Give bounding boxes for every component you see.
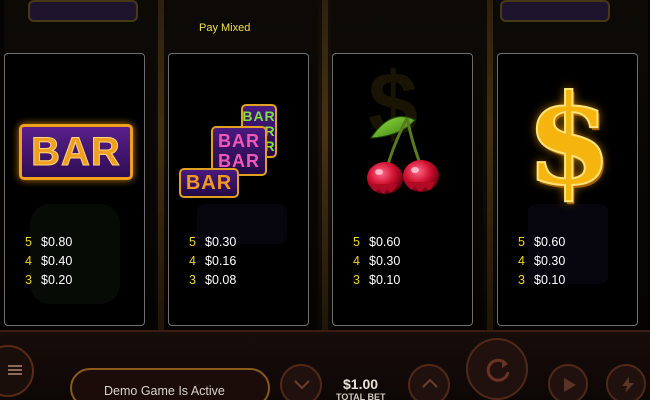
play-icon bbox=[564, 378, 576, 392]
pay-count: 5 bbox=[25, 235, 32, 249]
pay-amount: $0.30 bbox=[205, 235, 237, 249]
demo-game-text: Demo Game Is Active bbox=[104, 384, 225, 398]
chevron-down-icon bbox=[294, 380, 310, 390]
paytable-panel-cherries: $ 5 $0.60 4 $0.30 3 $0.10 bbox=[332, 53, 473, 326]
pay-count: 5 bbox=[518, 235, 525, 249]
turbo-button[interactable] bbox=[606, 364, 646, 400]
pay-mixed-label: Pay Mixed bbox=[199, 22, 251, 34]
pay-row: 4 $0.30 bbox=[353, 252, 400, 271]
spin-arrow-icon bbox=[486, 358, 510, 382]
pay-amount: $0.10 bbox=[369, 273, 401, 287]
single-bar-icon: BAR bbox=[179, 168, 239, 198]
pay-amount: $0.60 bbox=[369, 235, 401, 249]
pay-count: 5 bbox=[189, 235, 196, 249]
pay-amount: $0.10 bbox=[534, 273, 566, 287]
spin-button[interactable] bbox=[466, 338, 528, 400]
cherries-icon bbox=[367, 116, 439, 194]
reel-divider bbox=[322, 0, 328, 330]
pay-amount: $0.30 bbox=[369, 254, 401, 268]
single-bar-text: BAR bbox=[185, 171, 233, 194]
paytable-panel-dollar: $ 5 $0.60 4 $0.30 3 $0.10 bbox=[497, 53, 638, 326]
bet-decrease-button[interactable] bbox=[280, 364, 322, 400]
pay-list: 5 $0.60 4 $0.30 3 $0.10 bbox=[353, 233, 400, 290]
pay-list: 5 $0.30 4 $0.16 3 $0.08 bbox=[189, 233, 236, 290]
total-bet-value: $1.00 bbox=[343, 376, 379, 392]
pay-count: 4 bbox=[189, 254, 196, 268]
lightning-icon bbox=[622, 377, 634, 393]
pay-count: 3 bbox=[25, 273, 32, 287]
background-bar-symbol bbox=[500, 0, 610, 22]
background-bar-symbol bbox=[28, 0, 138, 22]
pay-amount: $0.60 bbox=[534, 235, 566, 249]
pay-amount: $0.40 bbox=[41, 254, 73, 268]
pay-list: 5 $0.60 4 $0.30 3 $0.10 bbox=[518, 233, 565, 290]
pay-count: 3 bbox=[518, 273, 525, 287]
total-bet-label: TOTAL BET bbox=[336, 392, 386, 400]
pay-count: 5 bbox=[353, 235, 360, 249]
chevron-up-icon bbox=[422, 378, 438, 388]
pay-amount: $0.16 bbox=[205, 254, 237, 268]
pay-count: 4 bbox=[25, 254, 32, 268]
pay-count: 3 bbox=[353, 273, 360, 287]
paytable-panel-mixed-bar: BAR BAR BAR BAR BAR BAR 5 $0.30 4 $0.16 … bbox=[168, 53, 309, 326]
pay-count: 4 bbox=[353, 254, 360, 268]
pay-amount: $0.08 bbox=[205, 273, 237, 287]
bet-increase-button[interactable] bbox=[408, 364, 450, 400]
reel-divider bbox=[158, 0, 164, 330]
pay-row: 3 $0.10 bbox=[518, 271, 565, 290]
pay-amount: $0.80 bbox=[41, 235, 73, 249]
bar-symbol-text: BAR bbox=[31, 129, 121, 174]
pay-count: 3 bbox=[189, 273, 196, 287]
autoplay-button[interactable] bbox=[548, 364, 588, 400]
pay-row: 3 $0.10 bbox=[353, 271, 400, 290]
double-bar-text: BAR bbox=[218, 131, 260, 151]
pay-row: 5 $0.60 bbox=[518, 233, 565, 252]
dollar-sign-icon: $ bbox=[524, 75, 614, 207]
pay-amount: $0.30 bbox=[534, 254, 566, 268]
pay-list: 5 $0.80 4 $0.40 3 $0.20 bbox=[25, 233, 72, 290]
reel-divider bbox=[487, 0, 493, 330]
hamburger-icon bbox=[8, 365, 22, 375]
pay-row: 4 $0.16 bbox=[189, 252, 236, 271]
paytable-panel-bar: BAR 5 $0.80 4 $0.40 3 $0.20 bbox=[4, 53, 145, 326]
pay-row: 5 $0.80 bbox=[25, 233, 72, 252]
pay-row: 4 $0.30 bbox=[518, 252, 565, 271]
bar-symbol-icon: BAR bbox=[19, 124, 133, 180]
pay-amount: $0.20 bbox=[41, 273, 73, 287]
pay-row: 5 $0.60 bbox=[353, 233, 400, 252]
pay-row: 3 $0.08 bbox=[189, 271, 236, 290]
triple-bar-text: BAR bbox=[242, 107, 276, 124]
pay-row: 4 $0.40 bbox=[25, 252, 72, 271]
dollar-sign-text: $ bbox=[525, 68, 613, 213]
pay-row: 3 $0.20 bbox=[25, 271, 72, 290]
pay-count: 4 bbox=[518, 254, 525, 268]
pay-row: 5 $0.30 bbox=[189, 233, 236, 252]
